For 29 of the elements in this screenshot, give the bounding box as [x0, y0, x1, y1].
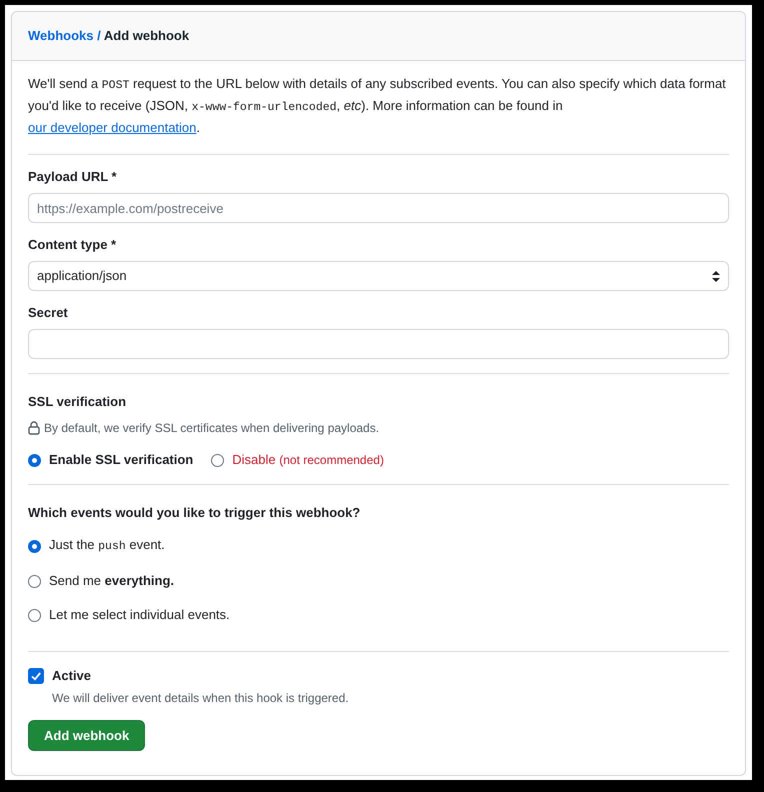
documentation-link[interactable]: our developer documentation [28, 120, 196, 135]
hint-text: We will deliver event details when this hook is triggered. [52, 690, 350, 707]
dropdown-arrows-icon [712, 270, 720, 282]
radio-button[interactable] [211, 454, 224, 466]
field-label: Secret [28, 304, 69, 322]
checkmark-icon [30, 670, 42, 682]
section-title: Which events would you like to trigger this webhook? [28, 504, 362, 522]
radio-button[interactable] [28, 574, 41, 588]
radio-label: Just the push event. [49, 536, 165, 555]
checkbox[interactable] [28, 668, 44, 684]
radio-button[interactable] [28, 608, 41, 622]
breadcrumb-separator: / [97, 28, 101, 43]
radio-label: Disable (not recommended) [232, 451, 384, 469]
radio-button[interactable] [28, 454, 41, 466]
radio-button[interactable] [28, 540, 41, 552]
add-webhook-button[interactable]: Add webhook [28, 720, 146, 751]
select-field[interactable]: application/json [28, 261, 729, 291]
page-title: Add webhook [104, 28, 190, 43]
input-field[interactable]: https://example.com/postreceive [28, 193, 729, 223]
hint-text: By default, we verify SSL certificates when delivering payloads. [44, 420, 380, 437]
radio-label: Let me select individual events. [49, 606, 230, 624]
field-label: Content type * [28, 236, 118, 254]
radio-label: Enable SSL verification [49, 451, 194, 469]
breadcrumb-link[interactable]: Webhooks [28, 28, 94, 43]
section-title: SSL verification [28, 393, 128, 411]
radio-label: Send me everything. [49, 572, 174, 590]
field-label: Payload URL * [28, 168, 118, 186]
checkbox-label: Active [52, 667, 92, 685]
lock-icon [28, 421, 40, 435]
